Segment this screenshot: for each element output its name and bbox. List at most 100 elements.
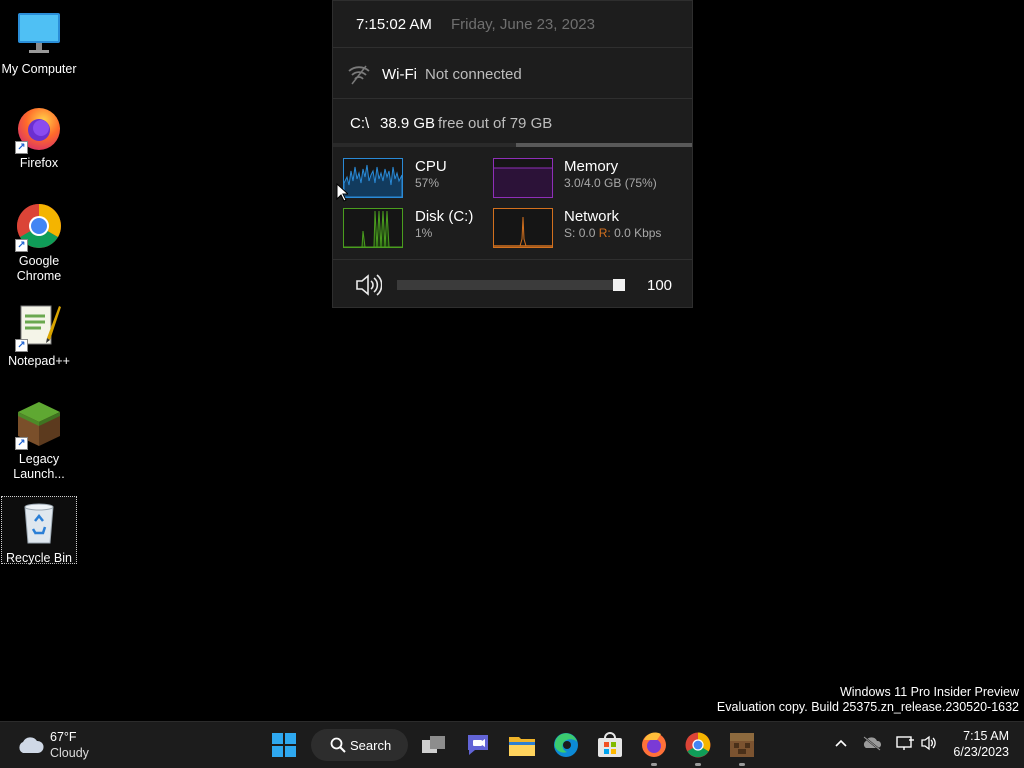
drive-letter: C:\ <box>350 115 370 132</box>
volume-row: 100 <box>333 259 692 309</box>
wifi-label: Wi-Fi <box>382 66 417 83</box>
desktop-icon-label-line1: Google <box>18 254 60 268</box>
mouse-cursor-icon <box>336 182 350 207</box>
desktop-icon-label-line2: Launch... <box>13 467 65 481</box>
weather-widget[interactable]: 67°F Cloudy <box>16 730 106 762</box>
disk-value: 1% <box>415 226 433 240</box>
running-indicator <box>739 763 745 766</box>
clock-time: 7:15 AM <box>963 729 1009 743</box>
minecraft-launcher-button[interactable] <box>727 730 757 766</box>
disk-monitor[interactable]: Disk (C:) 1% <box>343 208 483 250</box>
network-ethernet-icon[interactable] <box>895 735 915 756</box>
cpu-value: 57% <box>415 176 440 190</box>
microsoft-store-icon <box>598 732 622 757</box>
taskbar-clock[interactable]: 7:15 AM 6/23/2023 <box>953 728 1009 760</box>
task-view-button[interactable] <box>419 730 449 760</box>
chrome-icon: ↗ <box>15 202 63 252</box>
minecraft-icon <box>730 733 754 757</box>
network-send-value: 0.0 <box>578 226 596 240</box>
wifi-status: Not connected <box>425 66 522 83</box>
edge-button[interactable] <box>551 730 581 760</box>
desktop-icon-label: Firefox <box>19 156 59 170</box>
memory-title: Memory <box>564 158 619 175</box>
network-recv-value: 0.0 Kbps <box>614 226 662 240</box>
disk-graph <box>343 208 403 248</box>
firefox-icon: ↗ <box>15 104 63 154</box>
network-graph <box>493 208 553 248</box>
desktop-icon-notepad-plus-plus[interactable]: ↗ Notepad++ <box>0 302 78 369</box>
shortcut-arrow-icon: ↗ <box>15 141 28 154</box>
microsoft-store-button[interactable] <box>595 730 625 760</box>
volume-value: 100 <box>647 277 673 294</box>
evaluation-watermark: Windows 11 Pro Insider Preview Evaluatio… <box>717 685 1019 715</box>
volume-tray-icon[interactable] <box>920 735 940 756</box>
cpu-graph <box>343 158 403 198</box>
panel-date: Friday, June 23, 2023 <box>451 16 595 33</box>
memory-value: 3.0/4.0 GB (75%) <box>564 176 657 190</box>
task-view-icon <box>422 736 445 753</box>
memory-monitor[interactable]: Memory 3.0/4.0 GB (75%) <box>493 158 683 200</box>
disk-usage-bar <box>333 143 692 147</box>
memory-graph <box>493 158 553 198</box>
search-icon <box>330 737 346 758</box>
wifi-icon <box>347 62 371 91</box>
file-explorer-button[interactable] <box>507 730 537 760</box>
network-value: S: 0.0 R: 0.0 Kbps <box>564 226 661 240</box>
disk-free-text: free out of 79 GB <box>438 115 553 132</box>
speaker-icon[interactable] <box>354 273 383 302</box>
desktop-icon-my-computer[interactable]: My Computer <box>0 10 78 77</box>
desktop-icon-label-line1: Legacy <box>18 452 60 466</box>
onedrive-offline-icon[interactable] <box>862 735 882 756</box>
disk-usage-bar-fill <box>333 143 517 147</box>
wifi-row[interactable]: Wi-Fi Not connected <box>333 49 692 99</box>
chrome-icon <box>685 732 711 758</box>
recycle-bin-icon <box>15 499 63 547</box>
disk-free-value: 38.9 GB <box>380 115 436 132</box>
cpu-monitor[interactable]: CPU 57% <box>343 158 483 200</box>
desktop-icon-recycle-bin[interactable]: Recycle Bin <box>1 496 77 565</box>
shortcut-arrow-icon: ↗ <box>15 437 28 450</box>
panel-time: 7:15:02 AM <box>356 16 432 33</box>
system-flyout-panel: 7:15:02 AM Friday, June 23, 2023 Wi-Fi N… <box>332 0 693 308</box>
disk-title: Disk (C:) <box>415 208 474 225</box>
show-hidden-icons-chevron-icon[interactable] <box>833 735 849 756</box>
weather-temperature: 67°F <box>50 730 77 744</box>
search-label: Search <box>350 738 392 753</box>
watermark-line2: Evaluation copy. Build 25375.zn_release.… <box>716 700 1019 714</box>
desktop-icon-label: My Computer <box>1 62 77 76</box>
watermark-line1: Windows 11 Pro Insider Preview <box>839 685 1019 699</box>
teams-chat-button[interactable] <box>463 730 493 760</box>
monitor-icon <box>15 10 63 58</box>
taskbar: 67°F Cloudy Search 7:15 AM 6/23/2023 <box>0 721 1024 768</box>
desktop-icon-label-line2: Chrome <box>16 269 62 283</box>
firefox-icon <box>642 732 666 757</box>
desktop-icon-google-chrome[interactable]: ↗ Google Chrome <box>0 202 78 284</box>
running-indicator <box>695 763 701 766</box>
chrome-taskbar-button[interactable] <box>683 730 713 766</box>
time-row: 7:15:02 AM Friday, June 23, 2023 <box>333 1 692 48</box>
volume-slider-fill <box>397 280 625 290</box>
network-send-label: S: <box>564 226 576 240</box>
network-monitor[interactable]: Network S: 0.0 R: 0.0 Kbps <box>493 208 683 250</box>
firefox-taskbar-button[interactable] <box>639 730 669 766</box>
start-icon <box>272 733 296 757</box>
shortcut-arrow-icon: ↗ <box>15 339 28 352</box>
network-recv-label: R: <box>598 226 611 240</box>
desktop-icon-firefox[interactable]: ↗ Firefox <box>0 104 78 171</box>
shortcut-arrow-icon: ↗ <box>15 239 28 252</box>
desktop-icon-label: Recycle Bin <box>6 551 72 565</box>
weather-condition: Cloudy <box>50 746 89 760</box>
file-explorer-icon <box>509 737 535 756</box>
edge-icon <box>554 733 578 757</box>
notepad-plus-plus-icon: ↗ <box>15 302 63 352</box>
desktop-icon-legacy-launcher[interactable]: ↗ Legacy Launch... <box>0 400 78 482</box>
network-title: Network <box>564 208 620 225</box>
volume-slider[interactable] <box>397 279 625 291</box>
search-button[interactable]: Search <box>311 729 408 761</box>
volume-slider-thumb[interactable] <box>613 279 625 291</box>
start-button[interactable] <box>269 730 299 760</box>
desktop-icon-label: Notepad++ <box>8 354 70 368</box>
cloud-icon <box>16 734 44 761</box>
grass-block-icon: ↗ <box>15 400 63 450</box>
teams-chat-icon <box>468 735 488 755</box>
